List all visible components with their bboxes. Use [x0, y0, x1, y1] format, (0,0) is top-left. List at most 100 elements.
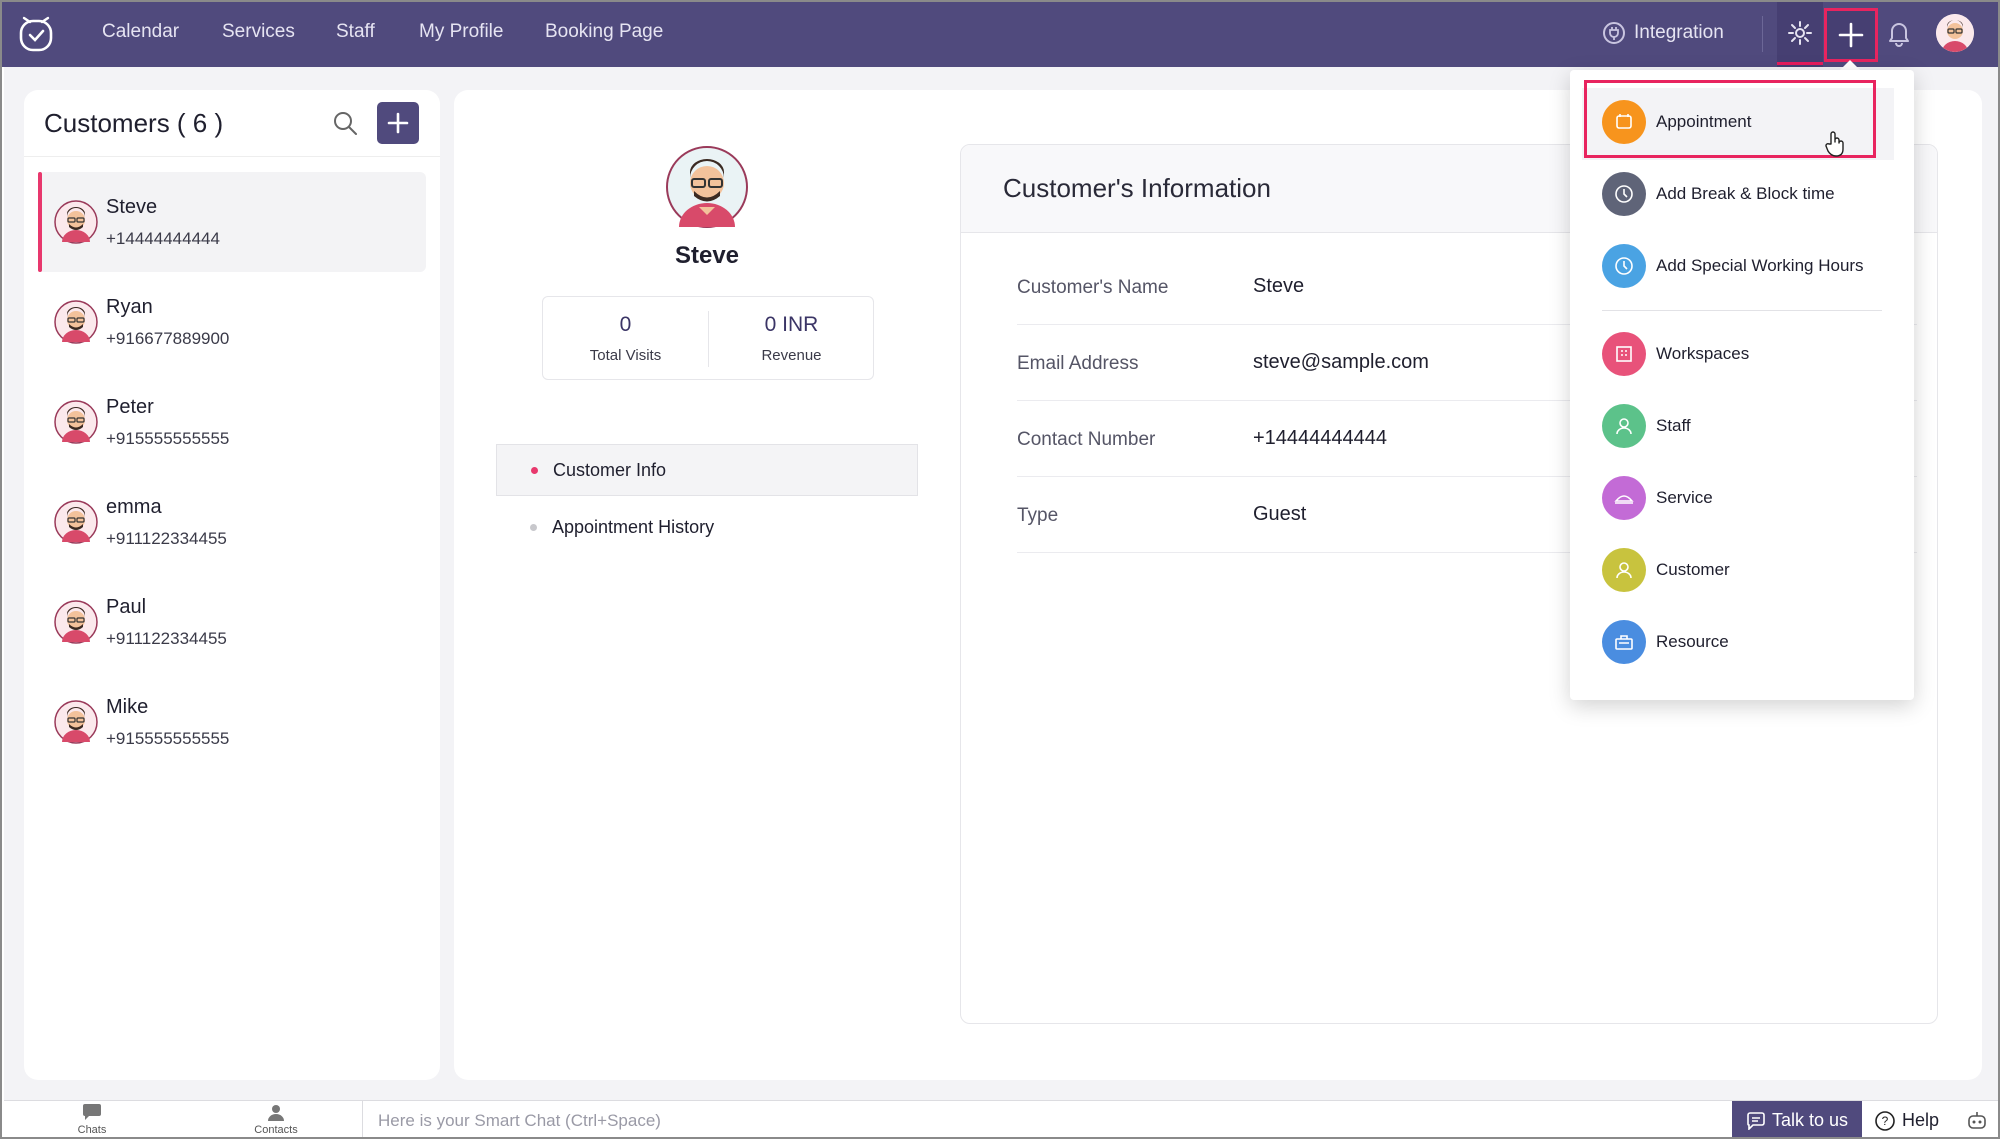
info-label: Customer's Name: [1017, 277, 1169, 298]
notifications-button[interactable]: [1886, 19, 1912, 52]
customer-name: emma: [106, 496, 162, 518]
menu-item-label: Staff: [1656, 416, 1691, 435]
menu-item-label: Add Special Working Hours: [1656, 256, 1864, 275]
customer-item-paul[interactable]: Paul +911122334455: [38, 572, 426, 672]
inactive-dot: [530, 524, 537, 531]
contact-icon: [268, 1105, 284, 1121]
info-label: Type: [1017, 505, 1059, 526]
menu-item-customer[interactable]: Customer: [1602, 548, 1892, 594]
search-button[interactable]: [332, 110, 358, 141]
info-value: Steve: [1253, 275, 1305, 297]
menu-divider: [1602, 310, 1882, 311]
resource-icon: [1602, 620, 1646, 664]
contacts-button[interactable]: Contacts: [236, 1103, 316, 1136]
revenue-value: 0 INR: [764, 313, 819, 336]
gear-icon: [1788, 21, 1812, 45]
staff-icon: [1602, 404, 1646, 448]
nav-my-profile[interactable]: My Profile: [419, 21, 503, 43]
tab-appointment-history-label: Appointment History: [552, 517, 715, 537]
app-window: Calendar Services Staff My Profile Booki…: [0, 0, 2000, 1139]
menu-item-special-hours[interactable]: Add Special Working Hours: [1602, 244, 1892, 290]
tab-appointment-history[interactable]: Appointment History: [496, 502, 918, 554]
chats-label: Chats: [77, 1124, 107, 1136]
hand-cursor-icon: [1824, 130, 1846, 163]
service-icon: [1602, 476, 1646, 520]
customers-panel: Customers ( 6 ) Steve +14444444444 Ryan …: [24, 90, 440, 1080]
bell-icon: [1889, 23, 1909, 47]
quick-add-button[interactable]: [1824, 8, 1878, 62]
nav-booking-page[interactable]: Booking Page: [545, 21, 663, 43]
info-value: Guest: [1253, 503, 1307, 525]
menu-item-staff[interactable]: Staff: [1602, 404, 1892, 450]
customer-avatar: [54, 700, 98, 744]
bot-icon[interactable]: [1966, 1110, 1988, 1137]
customer-name: Ryan: [106, 296, 153, 318]
nav-services[interactable]: Services: [222, 21, 295, 43]
customer-phone: +911122334455: [106, 629, 227, 648]
settings-button[interactable]: [1777, 2, 1823, 67]
profile-avatar: [666, 146, 748, 228]
nav-divider: [1762, 16, 1763, 52]
integration-icon: [1603, 22, 1625, 44]
customer-item-peter[interactable]: Peter +915555555555: [38, 372, 426, 472]
menu-item-add-break[interactable]: Add Break & Block time: [1602, 172, 1892, 218]
tab-customer-info-label: Customer Info: [553, 460, 667, 480]
customer-item-mike[interactable]: Mike +915555555555: [38, 672, 426, 772]
customer-avatar: [54, 200, 98, 244]
customer-phone: +915555555555: [106, 429, 230, 448]
bottom-bar: Chats Contacts Here is your Smart Chat (…: [4, 1100, 1998, 1137]
menu-item-label: Customer: [1656, 560, 1730, 579]
smart-chat-input[interactable]: Here is your Smart Chat (Ctrl+Space): [378, 1111, 661, 1131]
add-customer-button[interactable]: [377, 102, 419, 144]
clock-icon: [1602, 172, 1646, 216]
chat-bubble-icon: [83, 1104, 101, 1120]
help-button[interactable]: ? Help: [1874, 1101, 1940, 1137]
chats-button[interactable]: Chats: [52, 1103, 132, 1136]
contacts-label: Contacts: [254, 1124, 298, 1136]
active-dot: [531, 467, 538, 474]
customer-avatar: [54, 300, 98, 344]
customer-avatar: [54, 500, 98, 544]
customer-item-ryan[interactable]: Ryan +916677889900: [38, 272, 426, 372]
nav-calendar[interactable]: Calendar: [102, 21, 179, 43]
help-label: Help: [1902, 1110, 1940, 1130]
plus-icon: [1838, 22, 1864, 48]
customer-avatar: [54, 600, 98, 644]
menu-item-resource[interactable]: Resource: [1602, 620, 1892, 666]
talk-to-us-button[interactable]: Talk to us: [1732, 1101, 1862, 1137]
quick-add-menu: Appointment Add Break & Block time Add S…: [1570, 70, 1914, 700]
settings-active-indicator: [1777, 62, 1823, 65]
user-avatar[interactable]: [1936, 14, 1974, 52]
customer-phone: +916677889900: [106, 329, 230, 348]
customer-name: Peter: [106, 396, 154, 418]
customers-title: Customers ( 6 ): [44, 108, 224, 138]
customer-name: Mike: [106, 696, 149, 718]
menu-item-service[interactable]: Service: [1602, 476, 1892, 522]
tab-customer-info[interactable]: Customer Info: [496, 444, 918, 496]
info-label: Email Address: [1017, 353, 1139, 374]
divider: [24, 156, 440, 157]
menu-item-label: Add Break & Block time: [1656, 184, 1835, 203]
app-logo-icon[interactable]: [16, 14, 56, 54]
info-card-title: Customer's Information: [1003, 173, 1271, 203]
customer-item-emma[interactable]: emma +911122334455: [38, 472, 426, 572]
search-icon: [334, 112, 357, 135]
info-value: +14444444444: [1253, 427, 1388, 449]
info-value: steve@sample.com: [1253, 351, 1429, 373]
menu-item-label: Workspaces: [1656, 344, 1750, 363]
menu-item-label: Service: [1656, 488, 1713, 507]
nav-staff[interactable]: Staff: [336, 21, 375, 43]
plus-icon: [387, 112, 409, 134]
integration-button[interactable]: Integration: [1602, 21, 1724, 45]
menu-item-workspaces[interactable]: Workspaces: [1602, 332, 1892, 378]
revenue-label: Revenue: [761, 347, 822, 364]
total-visits-value: 0: [619, 313, 632, 336]
bottom-divider: [362, 1101, 363, 1137]
customer-name: Paul: [106, 596, 147, 618]
dropdown-caret: [1840, 60, 1860, 70]
customer-phone: +911122334455: [106, 529, 227, 548]
customer-avatar: [54, 400, 98, 444]
customer-phone: +915555555555: [106, 729, 230, 748]
building-icon: [1602, 332, 1646, 376]
customer-item-steve[interactable]: Steve +14444444444: [38, 172, 426, 272]
